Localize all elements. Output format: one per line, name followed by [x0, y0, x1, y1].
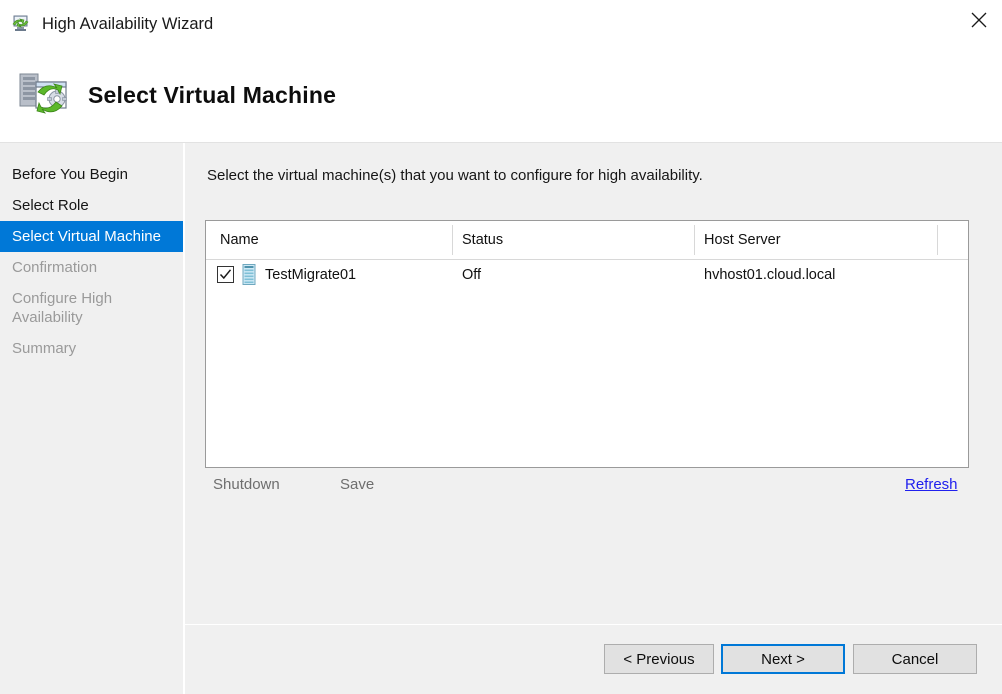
- sidebar-item-select-virtual-machine[interactable]: Select Virtual Machine: [0, 221, 183, 252]
- column-divider-2[interactable]: [694, 225, 695, 255]
- select-virtual-machine-icon: [16, 68, 72, 124]
- shutdown-link: Shutdown: [213, 476, 280, 493]
- cancel-button[interactable]: Cancel: [853, 644, 977, 674]
- window-titlebar: High Availability Wizard: [0, 0, 1002, 48]
- cell-name: TestMigrate01: [265, 267, 356, 283]
- column-header-status[interactable]: Status: [462, 232, 503, 248]
- sidebar-item-select-role[interactable]: Select Role: [0, 190, 183, 221]
- cell-host-server: hvhost01.cloud.local: [704, 267, 835, 283]
- wizard-header: Select Virtual Machine: [0, 48, 1002, 143]
- virtual-machine-icon: [242, 264, 257, 285]
- wizard-steps-sidebar: Before You Begin Select Role Select Virt…: [0, 143, 183, 694]
- column-divider-1[interactable]: [452, 225, 453, 255]
- save-link: Save: [340, 476, 374, 493]
- sidebar-item-configure-high-availability: Configure High Availability: [0, 283, 183, 333]
- column-header-host-server[interactable]: Host Server: [704, 232, 781, 248]
- next-button[interactable]: Next >: [721, 644, 845, 674]
- main-content: Select the virtual machine(s) that you w…: [185, 143, 1002, 624]
- table-action-links: Shutdown Save Refresh: [205, 476, 969, 500]
- cell-status: Off: [462, 267, 481, 283]
- sidebar-item-confirmation: Confirmation: [0, 252, 183, 283]
- table-header-row: Name Status Host Server: [206, 221, 968, 260]
- sidebar-item-summary: Summary: [0, 333, 183, 364]
- window-title: High Availability Wizard: [42, 15, 213, 34]
- refresh-link[interactable]: Refresh: [905, 476, 958, 493]
- instruction-text: Select the virtual machine(s) that you w…: [207, 167, 703, 184]
- virtual-machine-table[interactable]: Name Status Host Server: [205, 220, 969, 468]
- column-divider-3[interactable]: [937, 225, 938, 255]
- ha-wizard-icon: [10, 13, 32, 35]
- row-checkbox[interactable]: [217, 266, 234, 283]
- sidebar-item-before-you-begin[interactable]: Before You Begin: [0, 159, 183, 190]
- previous-button[interactable]: < Previous: [604, 644, 714, 674]
- column-header-name[interactable]: Name: [220, 232, 259, 248]
- page-title: Select Virtual Machine: [88, 82, 336, 109]
- wizard-button-bar: < Previous Next > Cancel: [185, 625, 1002, 694]
- table-row[interactable]: TestMigrate01 Off hvhost01.cloud.local: [206, 260, 968, 294]
- close-icon[interactable]: [956, 0, 1002, 40]
